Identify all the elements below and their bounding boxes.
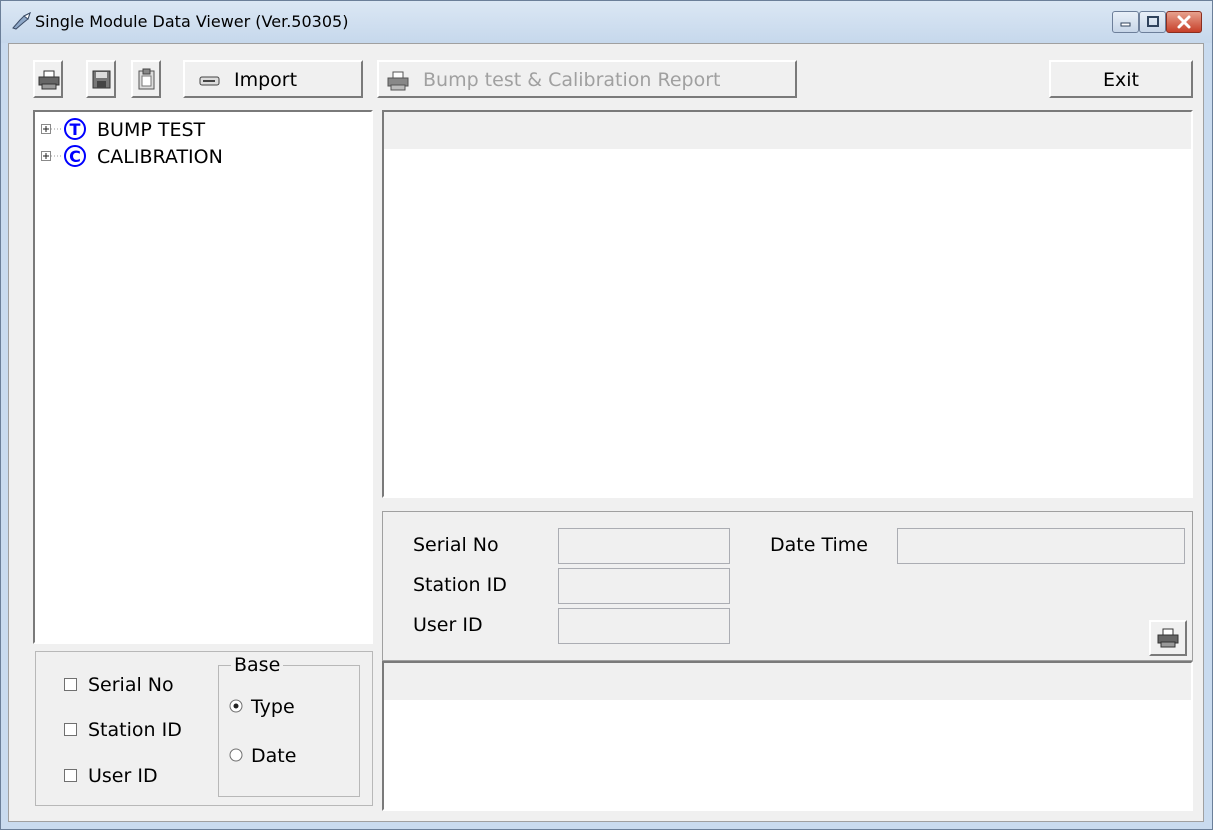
client-area: Import Bump test & Calibration Report Ex… bbox=[8, 43, 1204, 822]
checkbox-box bbox=[64, 678, 77, 691]
tree-expand-icon: C bbox=[41, 145, 86, 167]
date-time-label: Date Time bbox=[770, 534, 868, 556]
tree-item-label: CALIBRATION bbox=[97, 146, 223, 168]
save-button[interactable] bbox=[86, 60, 116, 98]
import-label: Import bbox=[234, 69, 298, 91]
checkbox-box bbox=[64, 723, 77, 736]
filter-panel: Serial No Station ID User ID Base Type D… bbox=[35, 651, 373, 806]
minimize-icon bbox=[1120, 22, 1131, 27]
checkbox-label: Station ID bbox=[88, 719, 182, 741]
station-id-label: Station ID bbox=[413, 574, 507, 596]
checkbox-label: User ID bbox=[88, 765, 158, 787]
detail-list[interactable] bbox=[382, 661, 1193, 811]
user-id-field[interactable] bbox=[558, 608, 730, 644]
details-panel: Serial No Station ID User ID Date Time bbox=[382, 511, 1193, 661]
close-icon bbox=[1177, 15, 1191, 29]
radio-unselected-icon bbox=[229, 748, 243, 762]
list-header bbox=[384, 663, 1191, 700]
svg-text:C: C bbox=[69, 147, 81, 166]
minimize-button[interactable] bbox=[1112, 11, 1139, 33]
floppy-disk-icon bbox=[92, 70, 111, 89]
tree-expand-icon: T bbox=[41, 118, 86, 140]
clipboard-icon bbox=[138, 68, 155, 90]
base-group-label: Base bbox=[231, 654, 284, 676]
app-icon bbox=[12, 12, 31, 30]
radio-selected-icon bbox=[229, 699, 243, 713]
close-button[interactable] bbox=[1166, 11, 1202, 33]
date-time-field[interactable] bbox=[897, 528, 1185, 564]
exit-button[interactable]: Exit bbox=[1049, 60, 1193, 98]
printer-icon bbox=[38, 70, 60, 90]
serial-no-field[interactable] bbox=[558, 528, 730, 564]
title-bar[interactable]: Single Module Data Viewer (Ver.50305) bbox=[1, 1, 1212, 43]
exit-label: Exit bbox=[1103, 69, 1139, 91]
import-button[interactable]: Import bbox=[183, 60, 363, 98]
svg-text:T: T bbox=[70, 120, 81, 139]
maximize-button[interactable] bbox=[1139, 11, 1166, 33]
report-label: Bump test & Calibration Report bbox=[423, 69, 721, 91]
base-groupbox: Base Type Date bbox=[218, 654, 360, 797]
station-id-field[interactable] bbox=[558, 568, 730, 604]
app-window: Single Module Data Viewer (Ver.50305) Im… bbox=[0, 0, 1213, 830]
print-button[interactable] bbox=[33, 60, 63, 98]
printer-icon bbox=[387, 71, 409, 91]
serial-no-label: Serial No bbox=[413, 534, 499, 556]
window-title: Single Module Data Viewer (Ver.50305) bbox=[35, 12, 349, 31]
tree-view[interactable]: T BUMP TEST C CALIBRATION bbox=[33, 110, 373, 644]
checkbox-label: Serial No bbox=[88, 674, 174, 696]
paste-button[interactable] bbox=[131, 60, 161, 98]
maximize-icon bbox=[1147, 16, 1159, 27]
radio-label: Date bbox=[251, 745, 297, 767]
printer-icon bbox=[1157, 628, 1179, 648]
list-header bbox=[384, 112, 1191, 149]
radio-label: Type bbox=[251, 696, 295, 718]
import-icon bbox=[199, 76, 220, 86]
details-print-button[interactable] bbox=[1149, 620, 1187, 656]
report-button[interactable]: Bump test & Calibration Report bbox=[377, 60, 797, 98]
tree-item-label: BUMP TEST bbox=[97, 119, 206, 141]
checkbox-box bbox=[64, 769, 77, 782]
user-id-label: User ID bbox=[413, 614, 483, 636]
record-list[interactable] bbox=[382, 110, 1193, 498]
